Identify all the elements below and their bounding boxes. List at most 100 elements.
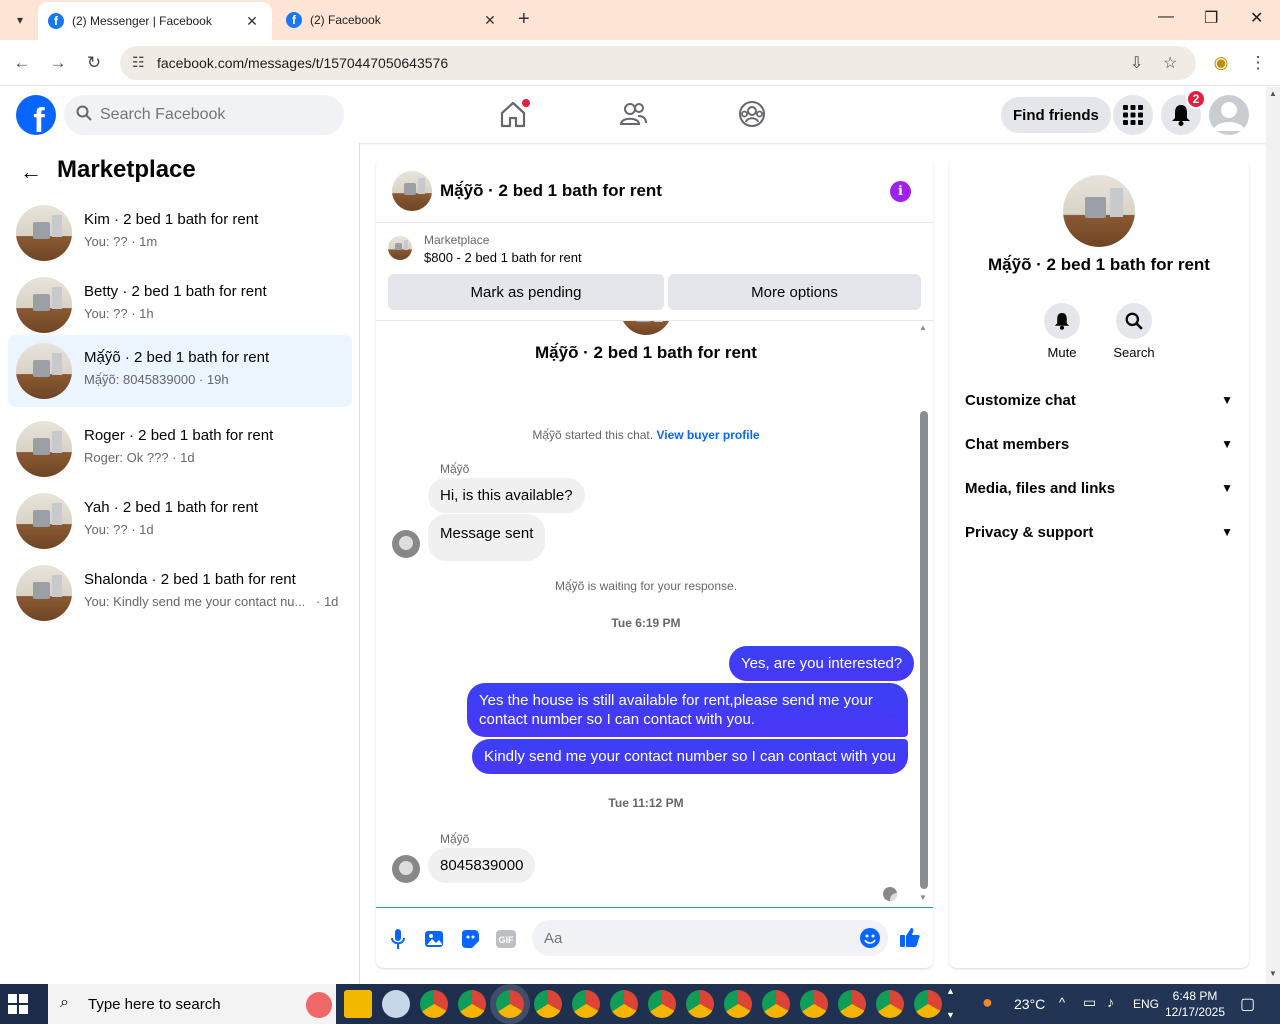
profile-icon[interactable]: ◉	[1208, 50, 1234, 76]
app-icon[interactable]	[382, 990, 410, 1018]
incoming-message[interactable]: Message sent	[428, 514, 546, 561]
tab-messenger[interactable]: f (2) Messenger | Facebook ✕	[38, 2, 272, 40]
microphone-icon[interactable]	[387, 928, 409, 950]
chat-scrollbar[interactable]: ▲ ▼	[917, 321, 931, 907]
tab-search-chevron-icon[interactable]: ▾	[8, 8, 32, 32]
groups-icon[interactable]	[737, 99, 767, 129]
emoji-icon[interactable]	[860, 928, 880, 948]
chrome-icon[interactable]	[762, 990, 790, 1018]
taskbar-scroll-up-icon[interactable]: ▲	[946, 986, 955, 996]
chrome-icon[interactable]	[648, 990, 676, 1018]
listing-thumbnail	[16, 421, 72, 477]
photo-icon[interactable]	[423, 928, 445, 950]
close-tab-icon[interactable]: ✕	[482, 12, 498, 29]
windows-start-icon[interactable]	[8, 994, 28, 1014]
chrome-icon[interactable]	[876, 990, 904, 1018]
back-arrow-icon[interactable]: ←	[20, 159, 42, 185]
site-info-icon[interactable]: ☷	[132, 54, 145, 71]
incoming-message[interactable]: Hi, is this available?	[428, 478, 585, 513]
install-app-icon[interactable]: ⇩	[1130, 53, 1143, 73]
outgoing-message[interactable]: Yes the house is still available for ren…	[467, 683, 908, 737]
chrome-icon[interactable]	[572, 990, 600, 1018]
chrome-icon[interactable]	[458, 990, 486, 1018]
thumbs-up-icon[interactable]	[899, 926, 921, 948]
close-tab-icon[interactable]: ✕	[244, 13, 260, 30]
search-facebook-box[interactable]	[64, 95, 344, 135]
bell-icon	[1044, 303, 1080, 339]
chrome-icon[interactable]	[686, 990, 714, 1018]
temperature[interactable]: 23°C	[1014, 996, 1045, 1012]
taskbar-clock[interactable]: 6:48 PM 12/17/2025	[1160, 988, 1230, 1020]
chrome-icon[interactable]	[420, 990, 448, 1018]
conversation-item[interactable]: Yah · 2 bed 1 bath for rent You: ?? · 1d	[8, 485, 352, 557]
back-icon[interactable]: ←	[9, 50, 35, 76]
friends-icon[interactable]	[618, 99, 648, 129]
conversation-preview: Roger: Ok ??? · 1d	[84, 450, 195, 465]
taskbar-search-box[interactable]: ⌕ Type here to search	[48, 984, 336, 1024]
customize-chat-row[interactable]: Customize chat ▼	[965, 378, 1233, 422]
conversation-item[interactable]: Kim · 2 bed 1 bath for rent You: ?? · 1m	[8, 197, 352, 269]
conversation-item-active[interactable]: Mặ́ỹõ · 2 bed 1 bath for rent Mặ́ỹõ: 804…	[8, 335, 352, 407]
file-explorer-icon[interactable]	[344, 990, 372, 1018]
restore-icon[interactable]: ❐	[1204, 8, 1218, 28]
account-avatar[interactable]	[1209, 95, 1249, 135]
chrome-active-icon[interactable]	[496, 990, 524, 1018]
tab-facebook[interactable]: f (2) Facebook ✕	[276, 0, 510, 40]
network-icon[interactable]: ▭	[1083, 994, 1096, 1011]
minimize-icon[interactable]: —	[1158, 8, 1174, 26]
outgoing-message[interactable]: Kindly send me your contact number so I …	[472, 739, 908, 774]
message-input[interactable]	[532, 920, 888, 956]
language-indicator[interactable]: ENG	[1133, 997, 1159, 1011]
outgoing-message[interactable]: Yes, are you interested?	[729, 646, 915, 681]
view-buyer-profile-link[interactable]: View buyer profile	[656, 428, 759, 442]
more-options-button[interactable]: More options	[668, 274, 921, 310]
listing-summary[interactable]: $800 - 2 bed 1 bath for rent	[424, 250, 582, 265]
facebook-logo-icon[interactable]: f	[16, 95, 56, 135]
scroll-up-icon[interactable]: ▲	[1269, 89, 1277, 98]
find-friends-button[interactable]: Find friends	[1001, 97, 1111, 133]
chrome-icon[interactable]	[800, 990, 828, 1018]
chrome-icon[interactable]	[724, 990, 752, 1018]
chrome-icon[interactable]	[534, 990, 562, 1018]
chrome-icon[interactable]	[914, 990, 942, 1018]
action-center-icon[interactable]: ▢	[1240, 994, 1255, 1014]
close-window-icon[interactable]: ✕	[1250, 8, 1263, 28]
scroll-down-icon[interactable]: ▼	[1269, 969, 1277, 978]
taskbar-scroll-down-icon[interactable]: ▼	[946, 1010, 955, 1020]
sticker-icon[interactable]	[459, 928, 481, 950]
conversation-name: Yah · 2 bed 1 bath for rent	[84, 499, 259, 516]
search-input[interactable]	[100, 95, 330, 135]
conversation-item[interactable]: Shalonda · 2 bed 1 bath for rent You: Ki…	[8, 557, 352, 629]
chat-avatar[interactable]	[392, 171, 432, 211]
bookmark-star-icon[interactable]: ☆	[1163, 53, 1177, 73]
info-icon[interactable]: i	[890, 181, 911, 202]
reload-icon[interactable]: ↻	[81, 50, 107, 76]
media-files-links-row[interactable]: Media, files and links ▼	[965, 466, 1233, 510]
conversation-item[interactable]: Roger · 2 bed 1 bath for rent Roger: Ok …	[8, 413, 352, 485]
search-in-chat-button[interactable]: Search	[1104, 303, 1164, 360]
incoming-message[interactable]: 8045839000	[428, 848, 536, 883]
chrome-icon[interactable]	[838, 990, 866, 1018]
chat-members-row[interactable]: Chat members ▼	[965, 422, 1233, 466]
conversation-item[interactable]: Betty · 2 bed 1 bath for rent You: ?? · …	[8, 269, 352, 341]
taskbar-search-text: Type here to search	[88, 996, 221, 1013]
scrollbar-thumb[interactable]	[920, 411, 928, 889]
mark-as-pending-button[interactable]: Mark as pending	[388, 274, 664, 310]
forward-icon[interactable]: →	[45, 50, 71, 76]
tray-chevron-up-icon[interactable]: ^	[1059, 995, 1065, 1010]
privacy-support-row[interactable]: Privacy & support ▼	[965, 510, 1233, 554]
volume-icon[interactable]: ♪	[1107, 994, 1114, 1010]
gif-icon[interactable]: GIF	[495, 928, 517, 950]
address-bar[interactable]: ☷ facebook.com/messages/t/15704470506435…	[120, 46, 1196, 80]
contact-avatar[interactable]	[1063, 175, 1135, 247]
chrome-icon[interactable]	[610, 990, 638, 1018]
chat-title[interactable]: Mặ́ỹõ · 2 bed 1 bath for rent	[440, 181, 662, 201]
page-scrollbar[interactable]: ▲ ▼	[1266, 87, 1280, 984]
scroll-down-icon[interactable]: ▼	[919, 893, 927, 902]
mute-button[interactable]: Mute	[1032, 303, 1092, 360]
menu-kebab-icon[interactable]: ⋮	[1245, 50, 1271, 76]
new-tab-icon[interactable]: +	[518, 8, 530, 31]
menu-grid-icon[interactable]	[1113, 95, 1153, 135]
scroll-up-icon[interactable]: ▲	[919, 323, 927, 332]
weather-icon[interactable]: ●	[982, 992, 993, 1013]
